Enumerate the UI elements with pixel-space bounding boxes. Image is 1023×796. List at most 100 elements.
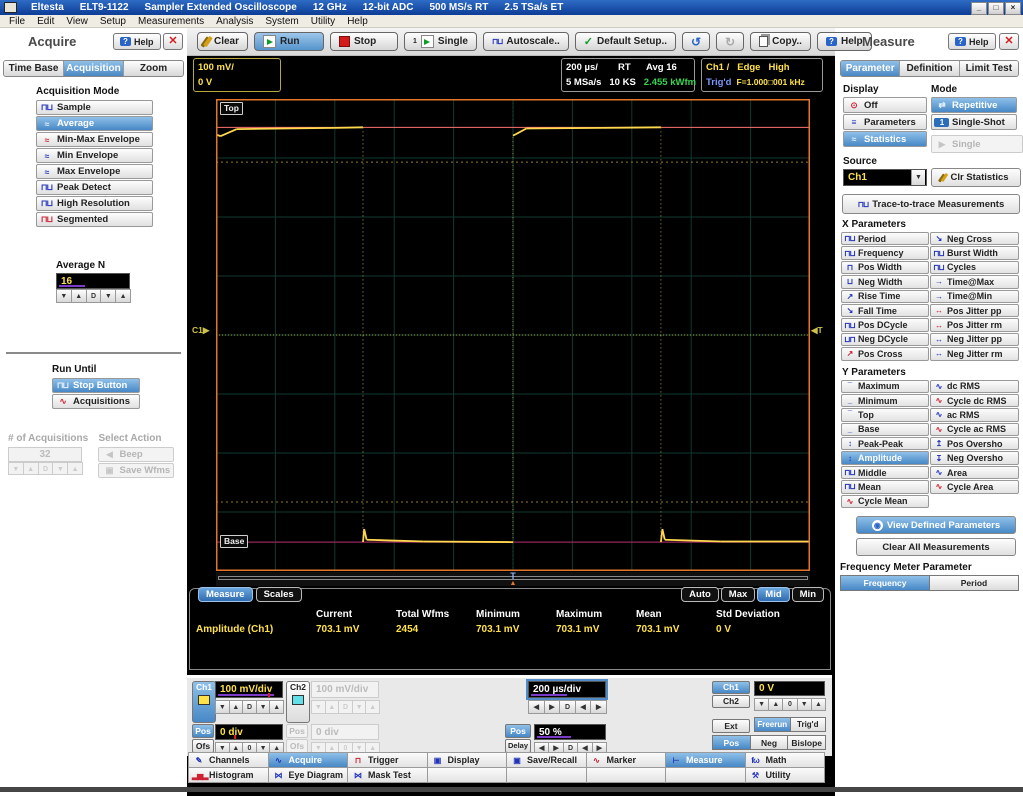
toolbar-cell[interactable]: ▣ Display [427, 752, 508, 768]
measure-side-tab[interactable]: Definition [900, 61, 959, 76]
y-parameter-button[interactable]: ∿ dc RMS [930, 380, 1019, 393]
ch2-enable-button[interactable]: Ch2 [286, 681, 310, 723]
spinner-button[interactable]: ▼ [754, 698, 769, 711]
toolbar-cell[interactable]: ∿ Marker [586, 752, 667, 768]
x-parameter-button[interactable]: ⊓⊔ Pos DCycle [841, 318, 929, 331]
x-parameter-button[interactable]: ↘ Neg Cross [930, 232, 1019, 245]
trace-to-trace-button[interactable]: ⊓⊔ Trace-to-trace Measurements [842, 194, 1020, 214]
y-parameter-button[interactable]: ⊓⊔ Middle [841, 466, 929, 479]
menu-item[interactable]: Setup [94, 16, 132, 27]
x-parameter-button[interactable]: ↔ Pos Jitter rm [930, 318, 1019, 331]
single-button[interactable]: 1Single [404, 32, 477, 51]
run-until-item[interactable]: ∿ Acquisitions [52, 394, 140, 409]
trigger-source-button[interactable]: Ch1 [712, 681, 750, 694]
copy-button[interactable]: Copy.. [750, 32, 811, 51]
acquire-tab[interactable]: Acquisition [64, 61, 124, 76]
acquire-tab[interactable]: Zoom [124, 61, 183, 76]
clear-button[interactable]: Clear [197, 32, 248, 51]
trigger-mode-button[interactable]: Trig'd [790, 717, 827, 732]
x-parameter-button[interactable]: ↗ Rise Time [841, 290, 929, 303]
maximize-button[interactable]: □ [988, 2, 1004, 15]
trigger-slope-button[interactable]: Bislope [787, 735, 826, 750]
spinner-button[interactable]: ▶ [590, 700, 607, 714]
acquisition-mode-item[interactable]: ≈ Max Envelope [36, 164, 153, 179]
menu-item[interactable]: Measurements [132, 16, 210, 27]
average-n-display[interactable]: 16 [56, 273, 130, 289]
trigger-mode-button[interactable]: Freerun [754, 717, 791, 732]
acquisition-mode-item[interactable]: ⊓⊔ High Resolution [36, 196, 153, 211]
acquire-tab[interactable]: Time Base [4, 61, 64, 76]
spinner-button[interactable]: ▼ [256, 700, 271, 714]
undo-button[interactable]: ↺ [682, 32, 710, 51]
menu-item[interactable]: Edit [31, 16, 60, 27]
trigger-slope-button[interactable]: Neg [750, 735, 789, 750]
spinner-button[interactable]: ▲ [71, 289, 87, 303]
x-parameter-button[interactable]: ↔ Neg Jitter rm [930, 347, 1019, 360]
x-parameter-button[interactable]: ⊓⊔ Frequency [841, 246, 929, 259]
spinner-button[interactable]: ▶ [544, 700, 561, 714]
y-parameter-button[interactable]: ∿ Cycle Area [930, 480, 1019, 493]
x-parameter-button[interactable]: ↔ Pos Jitter pp [930, 304, 1019, 317]
x-parameter-button[interactable]: ↗ Pos Cross [841, 347, 929, 360]
trigger-slope-button[interactable]: Pos [712, 735, 751, 750]
display-option[interactable]: ⊙ Off [843, 97, 927, 113]
y-parameter-button[interactable]: ¯ Maximum [841, 380, 929, 393]
y-parameter-button[interactable]: ↕ Amplitude [841, 451, 929, 464]
mode-option[interactable]: 1 Single-Shot [931, 114, 1017, 130]
stop-button[interactable]: Stop [330, 32, 398, 51]
acquire-help-button[interactable]: ? Help [113, 33, 161, 50]
toolbar-cell[interactable] [427, 767, 508, 783]
ch1-scale-display[interactable]: 100 mV/div [215, 681, 283, 698]
spinner-button[interactable]: D [242, 700, 257, 714]
acquisition-mode-item[interactable]: ⊓⊔ Sample [36, 100, 153, 115]
x-parameter-button[interactable]: ⊔⊓ Neg DCycle [841, 333, 929, 346]
menu-item[interactable]: System [259, 16, 304, 27]
y-parameter-button[interactable]: ∿ Cycle ac RMS [930, 423, 1019, 436]
trigger-position-marker[interactable]: T ▲ [506, 572, 520, 586]
toolbar-cell[interactable]: ⋈ Eye Diagram [268, 767, 349, 783]
run-until-item[interactable]: ⊓⊔ Stop Button [52, 378, 140, 393]
ch1-position-marker[interactable]: C1▶ [192, 325, 209, 336]
spinner-button[interactable]: 0 [782, 698, 797, 711]
y-parameter-button[interactable]: ∿ Area [930, 466, 1019, 479]
y-parameter-button[interactable]: ↕ Peak-Peak [841, 437, 929, 450]
toolbar-cell[interactable] [506, 767, 587, 783]
source-select[interactable]: Ch1 ▼ [843, 169, 927, 186]
clr-statistics-button[interactable]: Clr Statistics [931, 168, 1021, 187]
y-parameter-button[interactable]: ↥ Pos Oversho [930, 437, 1019, 450]
trigger-level-marker[interactable]: ◀T [811, 325, 823, 336]
horizontal-position-strip[interactable]: T ▲ [216, 572, 810, 586]
x-parameter-button[interactable]: ⊓⊔ Burst Width [930, 246, 1019, 259]
spinner-button[interactable]: ▲ [768, 698, 783, 711]
frequency-meter-button[interactable]: Period [929, 575, 1019, 591]
mode-option[interactable]: ⇄ Repetitive [931, 97, 1017, 113]
y-parameter-button[interactable]: ⊓⊔ Mean [841, 480, 929, 493]
toolbar-cell[interactable] [665, 767, 746, 783]
timebase-scale-display[interactable]: 200 µs/div [528, 681, 606, 698]
view-defined-parameters-button[interactable]: ◉ View Defined Parameters [856, 516, 1016, 534]
spinner-button[interactable]: ▲ [229, 700, 244, 714]
x-parameter-button[interactable]: ↔ Neg Jitter pp [930, 333, 1019, 346]
acquisition-mode-item[interactable]: ≈ Average [36, 116, 153, 131]
y-parameter-button[interactable]: ¯ Top [841, 408, 929, 421]
close-button[interactable]: × [1005, 2, 1021, 15]
x-parameter-button[interactable]: ⊔ Neg Width [841, 275, 929, 288]
y-parameter-button[interactable]: ∿ ac RMS [930, 408, 1019, 421]
autoscale-button[interactable]: ⊓⊔Autoscale.. [483, 32, 569, 51]
y-parameter-button[interactable]: ∿ Cycle dc RMS [930, 394, 1019, 407]
toolbar-cell[interactable]: ▣ Save/Recall [506, 752, 587, 768]
toolbar-cell[interactable]: ⊓ Trigger [347, 752, 428, 768]
measure-close-icon[interactable]: ✕ [999, 33, 1019, 50]
menu-item[interactable]: File [3, 16, 31, 27]
spinner-button[interactable]: ▲ [269, 700, 284, 714]
frequency-meter-button[interactable]: Frequency [840, 575, 930, 591]
delay-display[interactable]: 50 % [534, 724, 606, 740]
ch1-offset-display[interactable]: 0 div [215, 724, 283, 740]
acquisition-mode-item[interactable]: ⊓⊔ Segmented [36, 212, 153, 227]
menu-item[interactable]: View [60, 16, 94, 27]
y-parameter-button[interactable]: ↧ Neg Oversho [930, 451, 1019, 464]
toolbar-cell[interactable]: ∿ Acquire [268, 752, 349, 768]
spinner-button[interactable]: ◀ [528, 700, 545, 714]
panel-size-button[interactable]: Min [792, 587, 824, 602]
trigger-ext-button[interactable]: Ext [712, 719, 750, 733]
